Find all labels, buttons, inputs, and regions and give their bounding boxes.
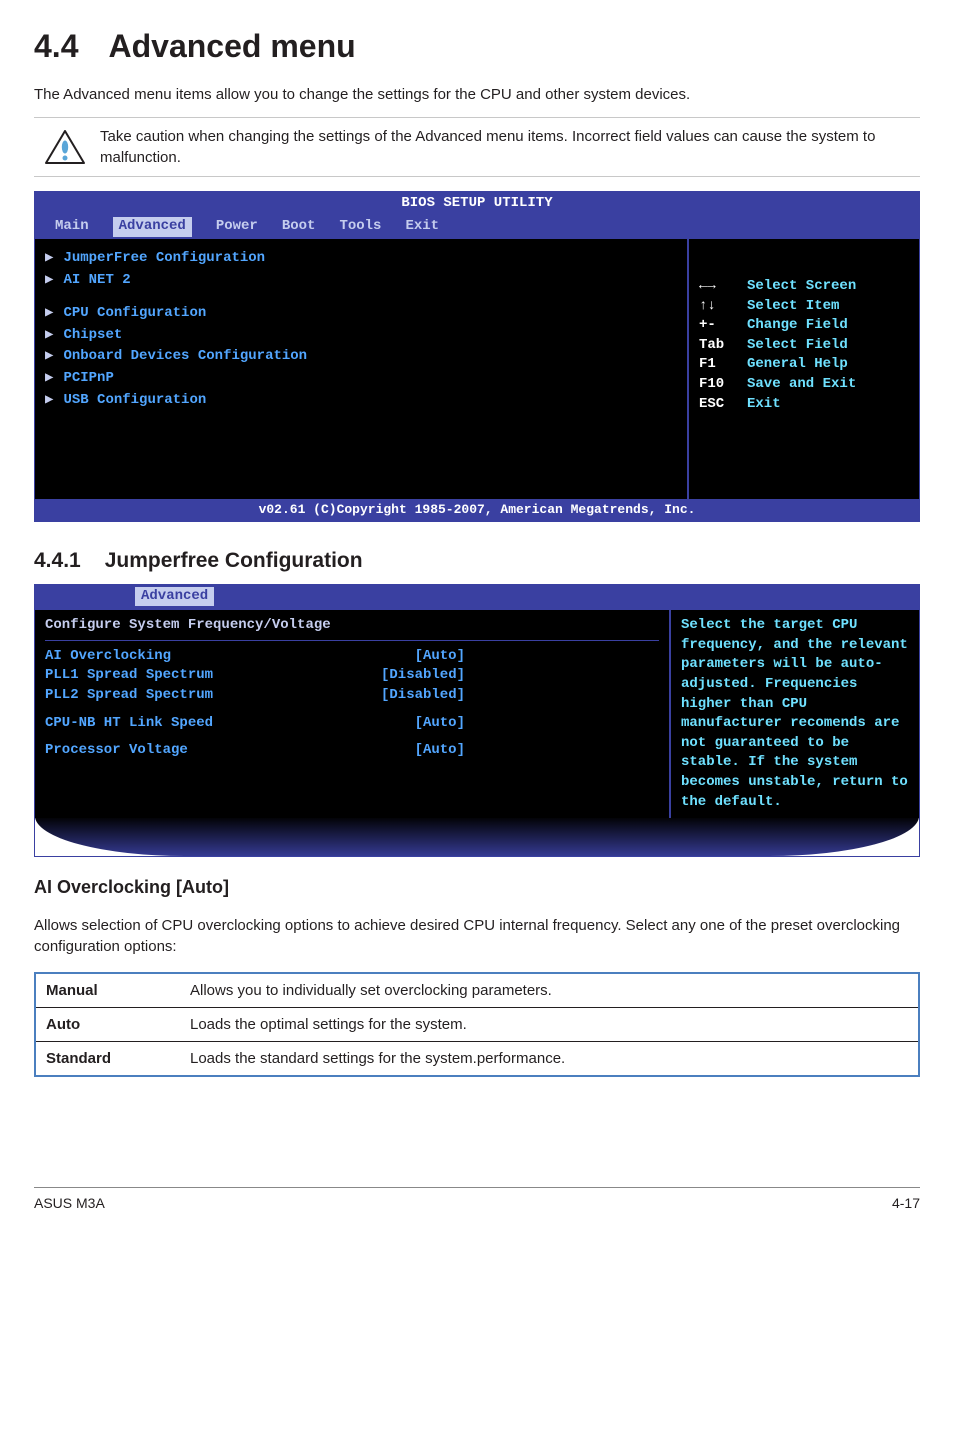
ai-overclocking-text: Allows selection of CPU overclocking opt… [34,915,920,957]
subsection-number: 4.4.1 [34,546,81,575]
menu-usb-config[interactable]: ▶USB Configuration [45,391,677,411]
bios-jumperfree-window: Advanced Configure System Frequency/Volt… [34,584,920,858]
menu-onboard[interactable]: ▶Onboard Devices Configuration [45,347,677,367]
bios-header: BIOS SETUP UTILITY [35,192,919,216]
bios2-help-text: Select the target CPU frequency, and the… [669,610,919,818]
table-row: StandardLoads the standard settings for … [35,1042,919,1077]
bios-key-help: ←→Select Screen ↑↓Select Item +-Change F… [699,277,909,414]
menu-pcipnp[interactable]: ▶PCIPnP [45,369,677,389]
submenu-icon: ▶ [45,369,53,389]
menu-jumperfree[interactable]: ▶JumperFree Configuration [45,249,677,269]
menu-chipset[interactable]: ▶Chipset [45,326,677,346]
footer-page: 4-17 [892,1194,920,1214]
submenu-icon: ▶ [45,304,53,324]
row-pll1[interactable]: PLL1 Spread Spectrum [45,666,213,686]
warning-icon [34,126,96,168]
tab-advanced[interactable]: Advanced [113,217,192,237]
footer-model: ASUS M3A [34,1194,105,1214]
page-footer: ASUS M3A 4-17 [34,1187,920,1214]
row-ai-overclocking[interactable]: AI Overclocking [45,647,171,667]
intro-text: The Advanced menu items allow you to cha… [34,84,920,105]
tab-advanced[interactable]: Advanced [135,587,214,607]
menu-ainet2[interactable]: ▶AI NET 2 [45,271,677,291]
row-processor-voltage[interactable]: Processor Voltage [45,741,188,761]
subsection-title: 4.4.1 Jumperfree Configuration [34,546,920,575]
bios-footer: v02.61 (C)Copyright 1985-2007, American … [35,499,919,521]
page-title: 4.4 Advanced menu [34,24,920,69]
row-pll2[interactable]: PLL2 Spread Spectrum [45,686,213,706]
submenu-icon: ▶ [45,347,53,367]
table-row: AutoLoads the optimal settings for the s… [35,1008,919,1042]
tab-boot[interactable]: Boot [282,217,316,237]
submenu-icon: ▶ [45,391,53,411]
section-number: 4.4 [34,24,78,69]
caution-text: Take caution when changing the settings … [96,126,920,168]
ai-overclocking-heading: AI Overclocking [Auto] [34,875,920,900]
options-table: ManualAllows you to individually set ove… [34,972,920,1077]
bios2-bottom-curve [35,816,919,856]
submenu-icon: ▶ [45,249,53,269]
section-title: Advanced menu [108,28,355,64]
bios-main-window: BIOS SETUP UTILITY Main Advanced Power B… [34,191,920,522]
bios2-title: Configure System Frequency/Voltage [45,616,659,641]
bios-tabs: Main Advanced Power Boot Tools Exit [35,215,919,239]
row-cpu-nb-ht[interactable]: CPU-NB HT Link Speed [45,714,213,734]
tab-power[interactable]: Power [216,217,258,237]
tab-main[interactable]: Main [55,217,89,237]
subsection-name: Jumperfree Configuration [105,549,363,572]
tab-tools[interactable]: Tools [339,217,381,237]
table-row: ManualAllows you to individually set ove… [35,973,919,1008]
submenu-icon: ▶ [45,326,53,346]
menu-cpu-config[interactable]: ▶CPU Configuration [45,304,677,324]
tab-exit[interactable]: Exit [405,217,439,237]
caution-box: Take caution when changing the settings … [34,117,920,177]
submenu-icon: ▶ [45,271,53,291]
